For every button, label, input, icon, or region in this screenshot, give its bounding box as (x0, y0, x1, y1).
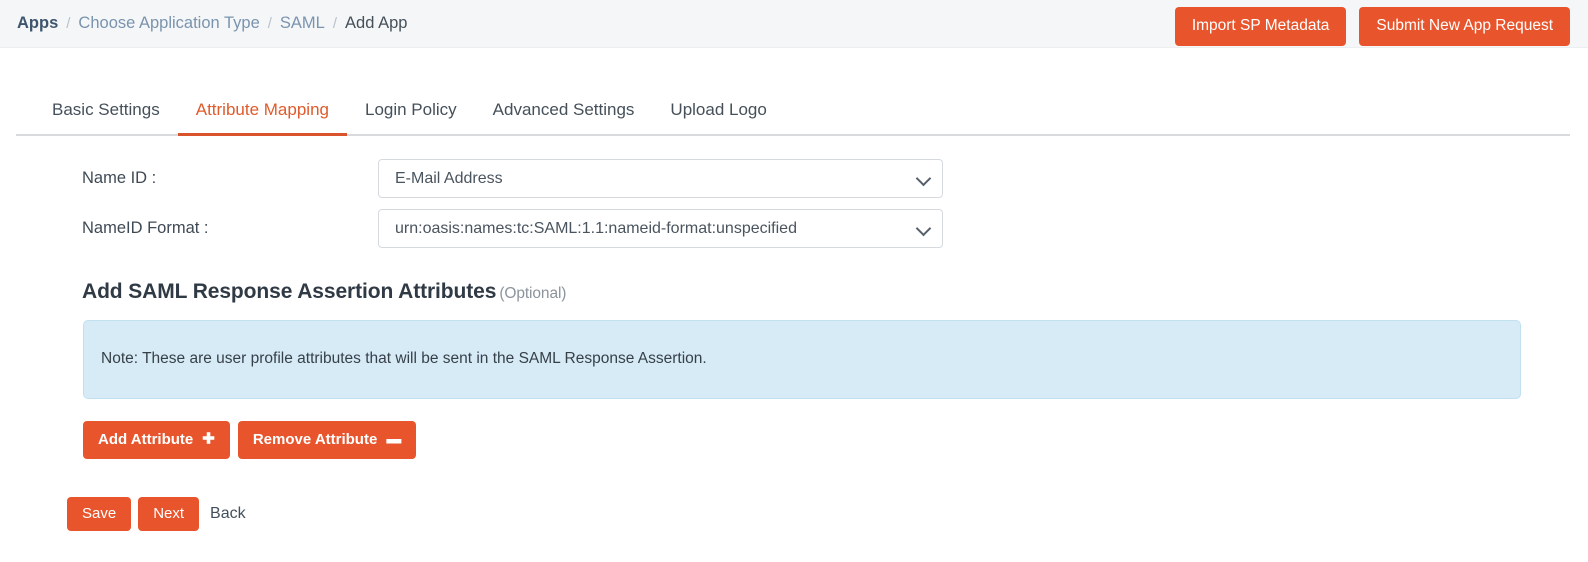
breadcrumb-item-saml[interactable]: SAML (280, 14, 325, 33)
remove-attribute-label: Remove Attribute (252, 431, 378, 448)
breadcrumb-separator: / (267, 15, 272, 32)
name-id-select[interactable]: E-Mail Address (378, 159, 943, 198)
tab-bar: Basic Settings Attribute Mapping Login P… (16, 49, 1572, 136)
breadcrumb-item-apps[interactable]: Apps (17, 14, 58, 33)
breadcrumb-separator: / (332, 15, 338, 32)
nameid-format-select-wrap: urn:oasis:names:tc:SAML:1.1:nameid-forma… (378, 209, 943, 248)
nameid-format-select[interactable]: urn:oasis:names:tc:SAML:1.1:nameid-forma… (378, 209, 943, 248)
tab-upload-logo[interactable]: Upload Logo (652, 100, 784, 136)
breadcrumb-item-add-app: Add App (345, 14, 408, 32)
nameid-format-row: NameID Format : urn:oasis:names:tc:SAML:… (16, 204, 1572, 253)
tab-attribute-mapping[interactable]: Attribute Mapping (177, 100, 348, 136)
breadcrumb-separator: / (66, 15, 71, 32)
submit-new-app-request-button[interactable]: Submit New App Request (1359, 7, 1570, 46)
top-bar-actions: Import SP Metadata Submit New App Reques… (1174, 7, 1570, 46)
attribute-action-row: Add Attribute ✚ Remove Attribute ▬ (83, 421, 1572, 459)
next-button[interactable]: Next (138, 497, 200, 531)
add-attribute-button[interactable]: Add Attribute ✚ (83, 421, 230, 459)
section-heading: Add SAML Response Assertion Attributes (O… (82, 280, 1572, 304)
top-bar: Apps / Choose Application Type / SAML / … (0, 0, 1588, 48)
name-id-select-wrap: E-Mail Address (378, 159, 943, 198)
nameid-format-label: NameID Format : (82, 219, 209, 237)
tab-advanced-settings[interactable]: Advanced Settings (475, 100, 653, 136)
plus-icon: ✚ (202, 430, 215, 448)
back-button[interactable]: Back (206, 496, 250, 532)
tab-basic-settings[interactable]: Basic Settings (34, 100, 178, 136)
tab-login-policy[interactable]: Login Policy (347, 100, 475, 136)
minus-icon: ▬ (386, 430, 402, 448)
content-card: Basic Settings Attribute Mapping Login P… (16, 49, 1572, 562)
section-heading-text: Add SAML Response Assertion Attributes (82, 280, 497, 303)
name-id-label: Name ID : (82, 169, 157, 187)
name-id-row: Name ID : E-Mail Address (16, 154, 1572, 203)
breadcrumb-item-choose-application-type[interactable]: Choose Application Type (78, 14, 259, 33)
add-attribute-label: Add Attribute (98, 431, 194, 448)
import-sp-metadata-button[interactable]: Import SP Metadata (1174, 7, 1347, 46)
breadcrumb: Apps / Choose Application Type / SAML / … (0, 14, 407, 33)
footer-action-row: Save Next Back (67, 496, 1572, 532)
note-banner: Note: These are user profile attributes … (83, 320, 1521, 399)
note-text: Note: These are user profile attributes … (101, 350, 707, 367)
save-button[interactable]: Save (67, 497, 132, 531)
section-heading-optional: (Optional) (499, 285, 567, 302)
remove-attribute-button[interactable]: Remove Attribute ▬ (237, 421, 417, 459)
attribute-mapping-form: Name ID : E-Mail Address NameID Format :… (16, 154, 1572, 532)
